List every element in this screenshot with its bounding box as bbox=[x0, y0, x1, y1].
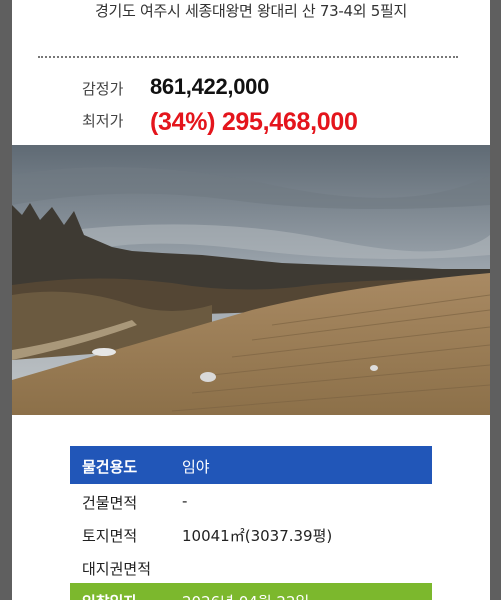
appraisal-label: 감정가 bbox=[82, 80, 124, 98]
usage-value: 임야 bbox=[182, 458, 210, 476]
info-row-usage: 물건용도 임야 bbox=[70, 446, 432, 484]
min-price-label: 최저가 bbox=[82, 112, 124, 130]
land-area-value: 10041㎡(3037.39평) bbox=[182, 527, 333, 545]
dotted-divider bbox=[38, 56, 458, 58]
info-row-building-area: 건물면적 - bbox=[70, 484, 432, 517]
usage-label: 물건용도 bbox=[82, 458, 138, 476]
property-photo[interactable] bbox=[12, 145, 490, 415]
bid-date-label: 입찰일자 bbox=[82, 591, 137, 600]
info-row-bid-date: 입찰일자 2026년 04월 22일 bbox=[70, 583, 432, 600]
min-price-value: (34%) 295,468,000 bbox=[150, 108, 358, 136]
info-row-land-right-area: 대지권면적 bbox=[70, 550, 432, 583]
building-area-value: - bbox=[182, 492, 188, 510]
property-address: 경기도 여주시 세종대왕면 왕대리 산 73-4외 5필지 bbox=[95, 2, 407, 20]
land-right-area-label: 대지권면적 bbox=[82, 560, 152, 578]
land-area-label: 토지면적 bbox=[82, 527, 138, 545]
building-area-label: 건물면적 bbox=[82, 494, 138, 512]
listing-card[interactable]: 경기도 여주시 세종대왕면 왕대리 산 73-4외 5필지 감정가 861,42… bbox=[12, 0, 490, 600]
bid-date-value: 2026년 04월 22일 bbox=[182, 591, 309, 600]
appraisal-value: 861,422,000 bbox=[150, 74, 270, 99]
property-info-table: 물건용도 임야 건물면적 - 토지면적 10041㎡(3037.39평) 대지권… bbox=[70, 446, 432, 600]
info-row-land-area: 토지면적 10041㎡(3037.39평) bbox=[70, 517, 432, 550]
